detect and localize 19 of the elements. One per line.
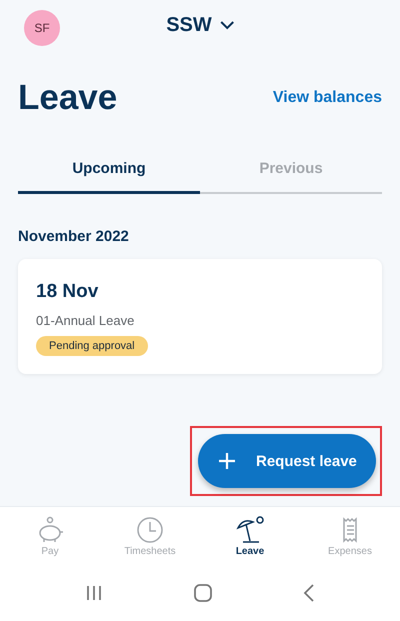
month-heading: November 2022	[18, 228, 130, 245]
tab[interactable]: Upcoming	[18, 160, 200, 194]
page-title: Leave	[18, 78, 118, 118]
status-badge: Pending approval	[36, 336, 148, 356]
leave-type: 01-Annual Leave	[36, 313, 134, 328]
beach-umbrella-icon	[235, 516, 265, 544]
clock-icon	[135, 516, 165, 544]
organization-switcher[interactable]: SSW	[166, 14, 234, 37]
home-icon[interactable]	[194, 584, 212, 602]
user-avatar[interactable]: SF	[24, 10, 60, 46]
request-leave-button[interactable]: Request leave	[198, 434, 376, 488]
leave-date: 18 Nov	[36, 281, 98, 303]
leave-card[interactable]: 18 Nov 01-Annual Leave Pending approval	[18, 259, 382, 374]
nav-item[interactable]: Leave	[200, 507, 300, 565]
chevron-down-icon	[220, 21, 234, 30]
recent-apps-icon[interactable]	[85, 585, 104, 601]
plus-icon	[218, 452, 236, 470]
back-icon[interactable]	[302, 584, 315, 602]
view-balances-link[interactable]: View balances	[272, 89, 382, 107]
